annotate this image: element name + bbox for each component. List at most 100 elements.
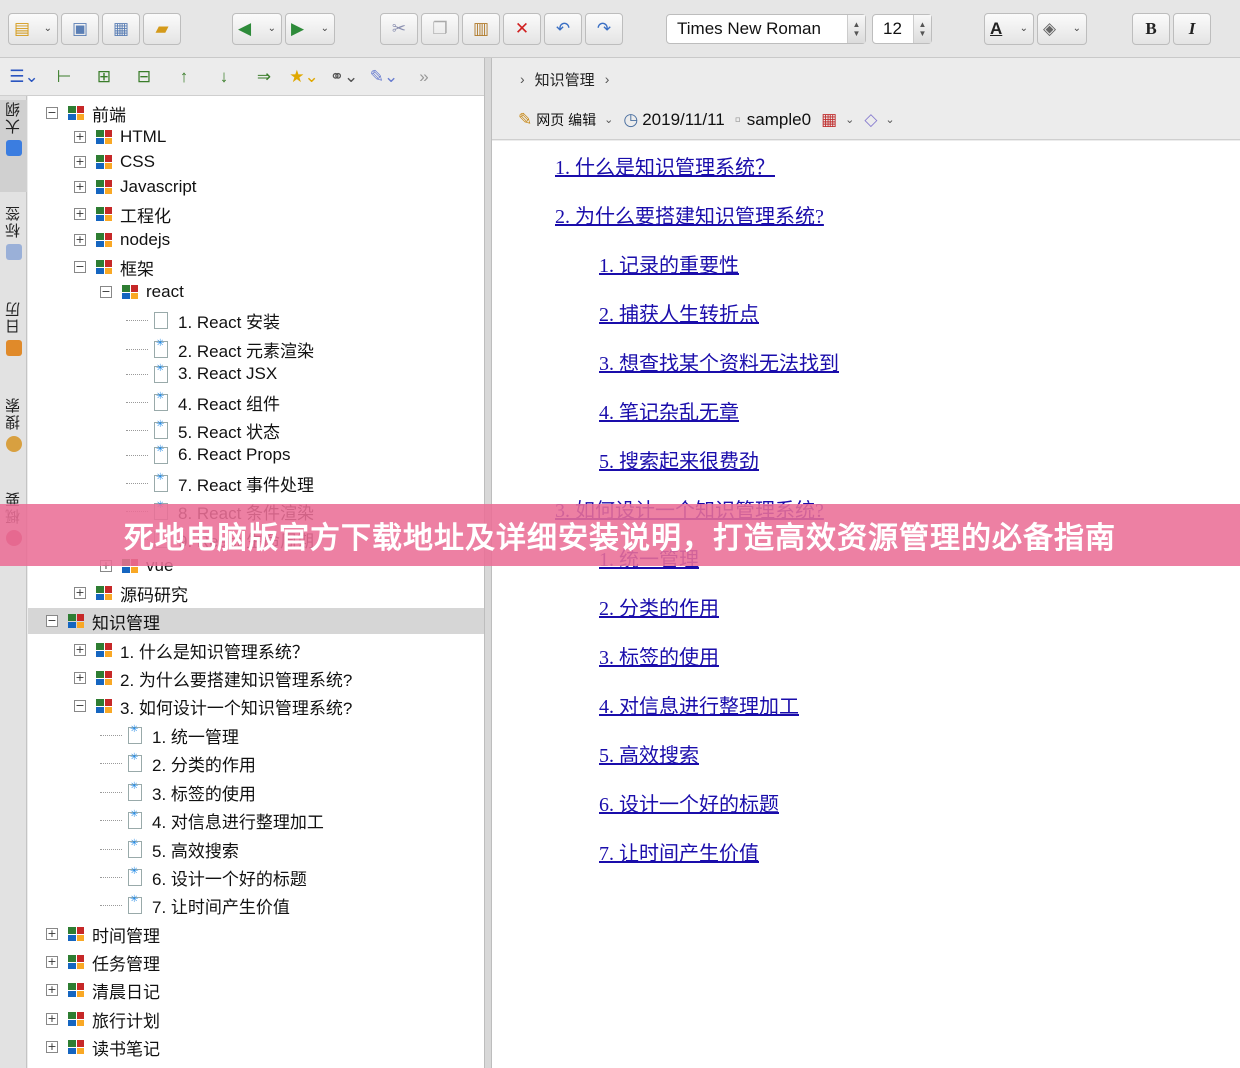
italic-button[interactable]: I: [1173, 12, 1211, 45]
name-field[interactable]: ▫ sample0: [735, 110, 811, 130]
cut-button[interactable]: ✂: [380, 12, 418, 45]
redo-button[interactable]: ↷: [585, 12, 623, 45]
toc-link[interactable]: 4. 笔记杂乱无章: [599, 396, 739, 425]
toc-link[interactable]: 7. 让时间产生价值: [599, 837, 759, 866]
link-icon[interactable]: ⚭⌄: [324, 67, 364, 87]
collapse-icon[interactable]: −: [74, 700, 86, 712]
tab-tags[interactable]: 标签: [0, 204, 27, 260]
overflow-icon[interactable]: »: [404, 67, 444, 87]
move-down-icon[interactable]: ↓: [204, 67, 244, 87]
move-up-icon[interactable]: ↑: [164, 67, 204, 87]
tab-calendar[interactable]: 日历: [0, 300, 27, 356]
tree-item[interactable]: − 3. 如何设计一个知识管理系统?: [74, 693, 352, 719]
back-button[interactable]: ◀ ⌄: [232, 12, 282, 45]
font-family-select[interactable]: Times New Roman ▲ ▼: [666, 13, 866, 44]
tree-item[interactable]: + 时间管理: [46, 921, 160, 947]
tree-item[interactable]: + 源码研究: [74, 580, 188, 606]
toc-link[interactable]: 2. 为什么要搭建知识管理系统?: [555, 200, 824, 229]
expand-icon[interactable]: +: [46, 1013, 58, 1025]
date-field[interactable]: ◷ 2019/11/11: [623, 110, 724, 130]
tree-item[interactable]: 1. 统一管理: [100, 722, 239, 748]
tree-item[interactable]: − 知识管理: [28, 608, 484, 634]
font-family-stepper[interactable]: ▲ ▼: [847, 14, 865, 43]
toc-link[interactable]: 5. 高效搜索: [599, 739, 699, 768]
expand-icon[interactable]: +: [74, 208, 86, 220]
tree-item[interactable]: 4. 对信息进行整理加工: [100, 807, 324, 833]
expand-icon[interactable]: +: [46, 984, 58, 996]
tree-item[interactable]: − 前端: [46, 100, 126, 126]
move-right-icon[interactable]: ⇒: [244, 67, 284, 87]
tree-item[interactable]: 3. React JSX: [126, 361, 277, 387]
bold-button[interactable]: B: [1132, 12, 1170, 45]
tree-item[interactable]: 7. 让时间产生价值: [100, 892, 290, 918]
toc-link[interactable]: 5. 搜索起来很费劲: [599, 445, 759, 474]
copy-button[interactable]: ❐: [421, 12, 459, 45]
tree-item[interactable]: 5. React 状态: [126, 417, 280, 443]
toc-link[interactable]: 1. 记录的重要性: [599, 249, 739, 278]
collapse-icon[interactable]: −: [46, 107, 58, 119]
expand-icon[interactable]: +: [74, 156, 86, 168]
expand-icon[interactable]: +: [46, 1041, 58, 1053]
tab-outline[interactable]: 大纲: [0, 100, 27, 192]
tree-item[interactable]: +1. 什么是知识管理系统？: [74, 637, 309, 663]
collapse-icon[interactable]: −: [46, 615, 58, 627]
font-size-select[interactable]: 12 ▲ ▼: [872, 13, 932, 44]
new-note-button[interactable]: ▤ ⌄: [8, 12, 58, 45]
toc-link[interactable]: 4. 对信息进行整理加工: [599, 690, 799, 719]
tag-icon[interactable]: ✎⌄: [364, 67, 404, 87]
expand-icon[interactable]: +: [46, 928, 58, 940]
tree-item[interactable]: + Javascript: [74, 174, 197, 200]
tree-item[interactable]: + nodejs: [74, 227, 170, 253]
add-note-icon[interactable]: ⊟: [124, 67, 164, 87]
tree-item[interactable]: 7. React 事件处理: [126, 470, 314, 496]
forward-button[interactable]: ▶ ⌄: [285, 12, 335, 45]
save-button[interactable]: ▣: [61, 12, 99, 45]
paste-button[interactable]: ▥: [462, 12, 500, 45]
expand-icon[interactable]: +: [74, 234, 86, 246]
tree-item[interactable]: 6. 设计一个好的标题: [100, 864, 307, 890]
tab-search[interactable]: 搜索: [0, 396, 27, 452]
toc-link[interactable]: 1. 什么是知识管理系统？: [555, 151, 775, 180]
expand-icon[interactable]: +: [74, 181, 86, 193]
highlight-button[interactable]: ◈ ⌄: [1037, 12, 1087, 45]
breadcrumb-item[interactable]: 知识管理: [535, 69, 595, 90]
tree-item[interactable]: + 旅行计划: [46, 1006, 160, 1032]
tree-item[interactable]: 6. React Props: [126, 442, 290, 468]
tree-item[interactable]: 2. React 元素渲染: [126, 336, 314, 362]
save-all-button[interactable]: ▦: [102, 12, 140, 45]
edit-mode-select[interactable]: ✎ 网页 编辑 ⌄: [518, 110, 613, 130]
tree-item[interactable]: − 框架: [74, 254, 154, 280]
add-sibling-icon[interactable]: ⊞: [84, 67, 124, 87]
expand-icon[interactable]: +: [74, 672, 86, 684]
star-icon[interactable]: ★⌄: [284, 67, 324, 87]
outline-view-icon[interactable]: ☰⌄: [4, 67, 44, 87]
tree-item[interactable]: 2. 分类的作用: [100, 750, 256, 776]
tag-select[interactable]: ◇ ⌄: [864, 110, 894, 130]
tree-item[interactable]: 3. 标签的使用: [100, 779, 256, 805]
calendar-select[interactable]: ▦ ⌄: [821, 110, 854, 130]
expand-icon[interactable]: +: [74, 644, 86, 656]
tree-item[interactable]: + 读书笔记: [46, 1034, 160, 1060]
toc-link[interactable]: 6. 设计一个好的标题: [599, 788, 779, 817]
open-folder-button[interactable]: ▰: [143, 12, 181, 45]
toc-link[interactable]: 2. 捕获人生转折点: [599, 298, 759, 327]
toc-link[interactable]: 3. 标签的使用: [599, 641, 719, 670]
tree-item[interactable]: + 清晨日记: [46, 977, 160, 1003]
toc-link[interactable]: 2. 分类的作用: [599, 592, 719, 621]
tree-item[interactable]: 1. React 安装: [126, 307, 280, 333]
tree-item[interactable]: − react: [100, 279, 184, 305]
tree-item[interactable]: 5. 高效搜索: [100, 836, 239, 862]
add-child-icon[interactable]: ⊢: [44, 67, 84, 87]
tree-item[interactable]: + HTML: [74, 124, 166, 150]
expand-icon[interactable]: +: [74, 131, 86, 143]
expand-icon[interactable]: +: [74, 587, 86, 599]
tree-item[interactable]: + 工程化: [74, 201, 171, 227]
tree-item[interactable]: + CSS: [74, 149, 155, 175]
delete-button[interactable]: ✕: [503, 12, 541, 45]
collapse-icon[interactable]: −: [100, 286, 112, 298]
expand-icon[interactable]: +: [46, 956, 58, 968]
tree-item[interactable]: 4. React 组件: [126, 389, 280, 415]
font-size-stepper[interactable]: ▲ ▼: [913, 14, 931, 43]
tree-item[interactable]: + 任务管理: [46, 949, 160, 975]
font-color-button[interactable]: A ⌄: [984, 12, 1034, 45]
